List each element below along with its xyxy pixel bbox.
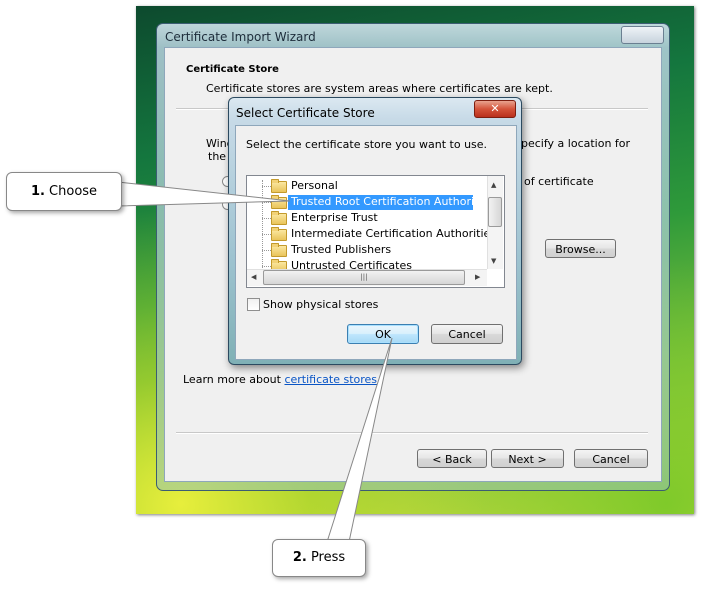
arrow-up-icon[interactable]: ▲ bbox=[491, 181, 496, 189]
step-number: 1. bbox=[30, 184, 45, 199]
tree-branch bbox=[262, 202, 271, 203]
arrow-down-icon[interactable]: ▼ bbox=[491, 257, 496, 265]
learn-more-prefix: Learn more about bbox=[183, 373, 285, 386]
folder-icon bbox=[271, 179, 287, 193]
learn-more-text: Learn more about certificate stores bbox=[183, 373, 377, 386]
store-item-trusted-publishers[interactable]: Trusted Publishers bbox=[291, 243, 391, 256]
callout-step-1: 1. Choose bbox=[6, 172, 122, 211]
show-physical-stores-label[interactable]: Show physical stores bbox=[263, 298, 378, 311]
show-physical-stores-checkbox[interactable] bbox=[247, 298, 260, 311]
wizard-cancel-button[interactable]: Cancel bbox=[574, 449, 648, 468]
arrow-right-icon[interactable]: ▶ bbox=[475, 273, 480, 281]
obscured-text: of certificate bbox=[524, 175, 594, 188]
tree-branch bbox=[262, 250, 271, 251]
wizard-close-button[interactable] bbox=[621, 26, 664, 44]
tree-branch bbox=[262, 234, 271, 235]
store-item-untrusted[interactable]: Untrusted Certificates bbox=[291, 259, 412, 269]
store-item-personal[interactable]: Personal bbox=[291, 179, 338, 192]
callout-step-2: 2. Press bbox=[272, 539, 366, 577]
store-item-intermediate[interactable]: Intermediate Certification Authorities bbox=[291, 227, 496, 240]
step-text: Press bbox=[306, 550, 346, 565]
next-button[interactable]: Next > bbox=[491, 449, 564, 468]
dialog-cancel-button[interactable]: Cancel bbox=[431, 324, 503, 344]
step-number: 2. bbox=[292, 550, 307, 565]
obscured-text: pecify a location for bbox=[521, 137, 631, 150]
vertical-scroll-thumb[interactable] bbox=[488, 197, 502, 227]
browse-button[interactable]: Browse... bbox=[545, 239, 616, 258]
dialog-prompt: Select the certificate store you want to… bbox=[246, 138, 488, 151]
certificate-stores-link[interactable]: certificate stores bbox=[284, 373, 377, 386]
folder-icon bbox=[271, 227, 287, 241]
step-text: Choose bbox=[44, 184, 98, 199]
store-item-trusted-root[interactable]: Trusted Root Certification Authorities bbox=[291, 195, 494, 208]
back-button[interactable]: < Back bbox=[417, 449, 487, 468]
tree-line bbox=[262, 180, 263, 268]
tree-branch bbox=[262, 186, 271, 187]
ok-button[interactable]: OK bbox=[347, 324, 419, 344]
wizard-title: Certificate Import Wizard bbox=[165, 30, 316, 44]
tree-branch bbox=[262, 266, 271, 267]
store-item-enterprise-trust[interactable]: Enterprise Trust bbox=[291, 211, 378, 224]
dialog-close-button[interactable]: ✕ bbox=[474, 100, 516, 118]
tree-branch bbox=[262, 218, 271, 219]
folder-icon bbox=[271, 211, 287, 225]
page-heading: Certificate Store bbox=[186, 64, 279, 75]
folder-icon bbox=[271, 195, 287, 209]
horizontal-scroll-thumb[interactable]: ||| bbox=[263, 270, 465, 285]
close-icon: ✕ bbox=[490, 102, 500, 115]
arrow-left-icon[interactable]: ◀ bbox=[251, 273, 256, 281]
folder-icon bbox=[271, 243, 287, 257]
dialog-title: Select Certificate Store bbox=[236, 106, 375, 120]
footer-divider bbox=[176, 432, 648, 434]
page-description: Certificate stores are system areas wher… bbox=[206, 82, 553, 95]
